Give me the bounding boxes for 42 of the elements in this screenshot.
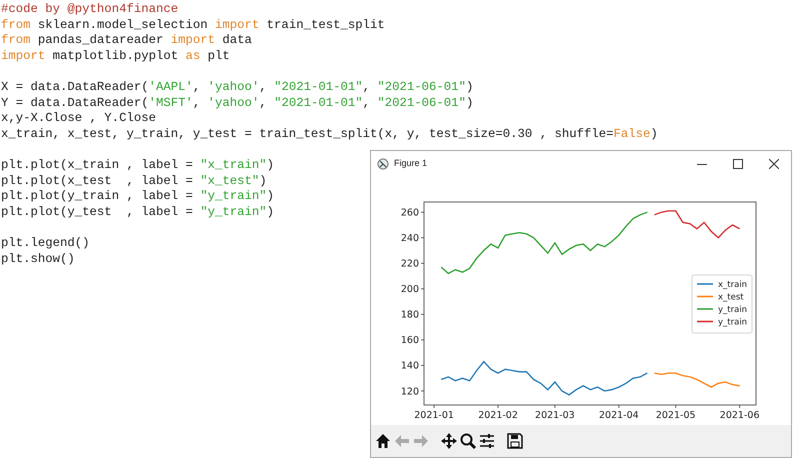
code-line: plt.plot(x_train , label = "x_train") bbox=[1, 158, 274, 174]
search-icon[interactable] bbox=[459, 432, 477, 450]
y-tick-label: 260 bbox=[400, 208, 419, 219]
y-tick-label: 200 bbox=[400, 284, 419, 296]
app-icon bbox=[377, 158, 389, 170]
save-icon[interactable] bbox=[506, 432, 524, 450]
close-icon[interactable] bbox=[769, 159, 779, 169]
code-line: Y = data.DataReader('MSFT', 'yahoo', "2021-01-01", "2021-06-01") bbox=[1, 96, 474, 112]
code-line: plt.plot(y_test , label = "y_train") bbox=[1, 204, 274, 220]
code-line: x,y-X.Close , Y.Close bbox=[1, 111, 156, 127]
y-tick-label: 140 bbox=[400, 360, 419, 372]
code-line: import matplotlib.pyplot as plt bbox=[1, 48, 230, 64]
code-line: from sklearn.model_selection import train_test_split bbox=[1, 18, 385, 34]
code-line: #code by @python4finance bbox=[1, 2, 178, 18]
code-line: plt.plot(y_train , label = "y_train") bbox=[1, 189, 274, 205]
y-tick-label: 240 bbox=[400, 233, 419, 244]
y-tick-label: 120 bbox=[400, 386, 419, 398]
move-icon[interactable] bbox=[440, 432, 458, 450]
x-tick-label: 2021-05 bbox=[656, 410, 696, 421]
sliders-icon[interactable] bbox=[478, 432, 496, 450]
legend-label: y_train bbox=[718, 318, 748, 328]
x-tick-label: 2021-03 bbox=[535, 410, 575, 421]
window-title: Figure 1 bbox=[394, 157, 428, 170]
legend-label: y_train bbox=[718, 305, 748, 316]
legend-label: x_train bbox=[718, 280, 748, 290]
y-tick-label: 160 bbox=[400, 335, 419, 346]
legend-label: x_test bbox=[718, 292, 744, 303]
x-tick-label: 2021-02 bbox=[478, 410, 518, 421]
code-line: from pandas_datareader import data bbox=[1, 33, 252, 49]
code-line: x_train, x_test, y_train, y_test = train_test_split(x, y, test_size=0.30 , shuffle=False) bbox=[1, 126, 658, 142]
code-line: plt.legend() bbox=[1, 236, 90, 252]
maximize-icon[interactable] bbox=[733, 159, 743, 169]
code-line: X = data.DataReader('AAPL', 'yahoo', "2021-01-01", "2021-06-01") bbox=[1, 80, 474, 96]
code-line: plt.show() bbox=[1, 252, 75, 268]
y-tick-label: 220 bbox=[400, 258, 419, 270]
x-tick-label: 2021-04 bbox=[599, 410, 639, 421]
x-tick-label: 2021-06 bbox=[720, 410, 760, 421]
x-tick-label: 2021-01 bbox=[414, 410, 454, 421]
code-line: plt.plot(x_test , label = "x_test") bbox=[1, 174, 267, 190]
legend-box bbox=[692, 274, 752, 334]
home-icon[interactable] bbox=[374, 432, 392, 450]
y-tick-label: 180 bbox=[400, 310, 419, 321]
